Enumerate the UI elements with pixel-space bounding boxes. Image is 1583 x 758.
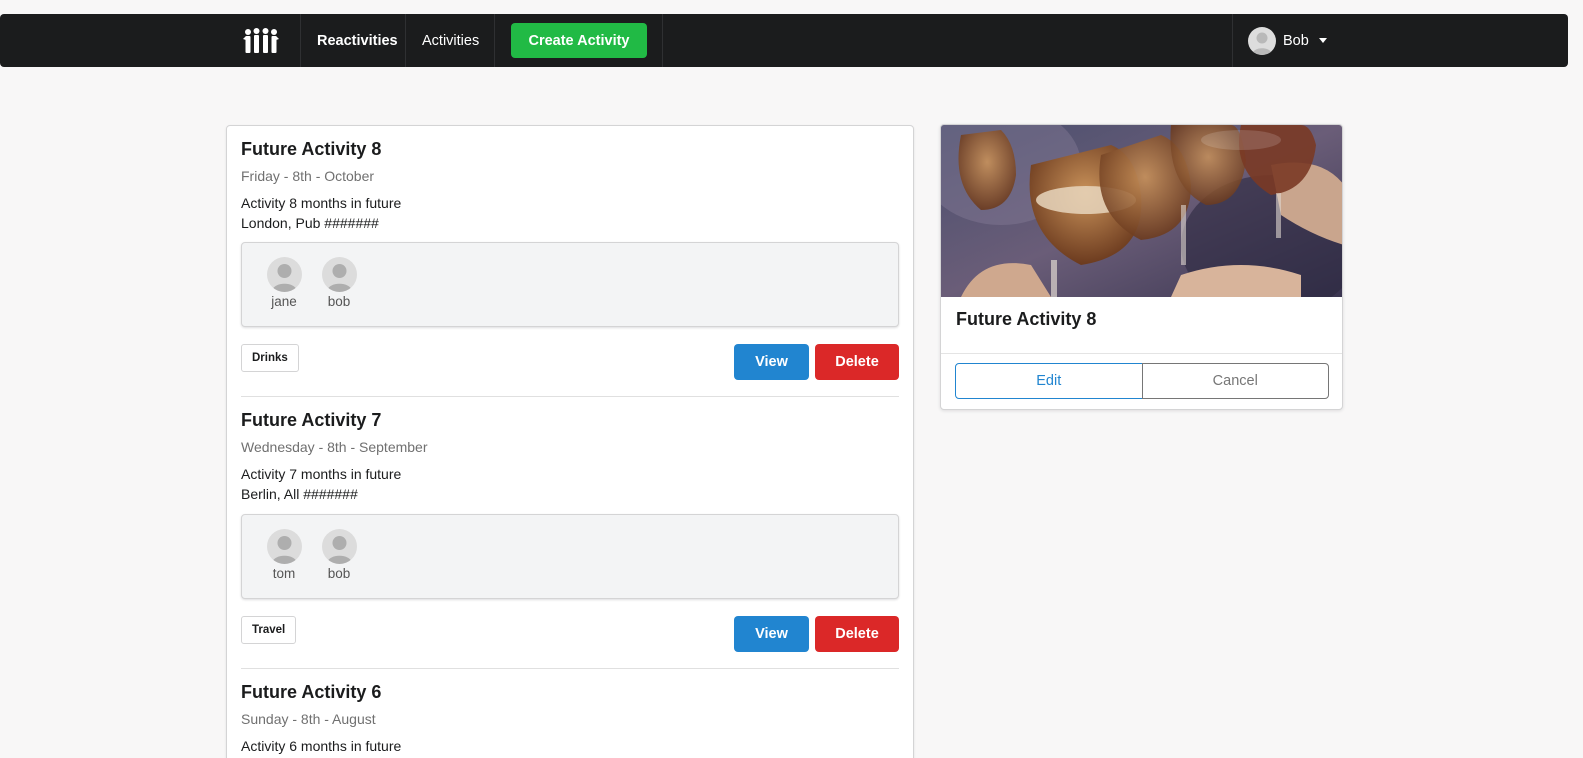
user-avatar xyxy=(1248,26,1276,55)
activity-item: Future Activity 6 Sunday - 8th - August … xyxy=(241,682,899,756)
attendee[interactable]: bob xyxy=(314,257,364,309)
attendee-name: bob xyxy=(327,566,351,581)
chevron-down-icon xyxy=(1318,38,1327,43)
activity-date: Wednesday - 8th - September xyxy=(241,439,428,455)
activity-list: Future Activity 8 Friday - 8th - October… xyxy=(226,125,914,758)
attendee-name: tom xyxy=(272,566,296,581)
divider xyxy=(241,668,899,669)
nav-activities-link[interactable]: Activities xyxy=(422,14,479,67)
people-group-icon[interactable] xyxy=(236,14,286,67)
attendee[interactable]: tom xyxy=(259,529,309,581)
nav-divider xyxy=(662,14,663,67)
cancel-button[interactable]: Cancel xyxy=(1141,363,1329,399)
nav-divider xyxy=(300,14,301,67)
nav-divider xyxy=(1232,14,1233,67)
activity-location: Berlin, All ####### xyxy=(241,486,358,502)
detail-title: Future Activity 8 xyxy=(956,309,1097,329)
attendee[interactable]: bob xyxy=(314,529,364,581)
activity-description: Activity 6 months in future xyxy=(241,738,402,754)
activity-item: Future Activity 8 Friday - 8th - October… xyxy=(241,139,899,233)
attendee-list: jane bob xyxy=(241,242,899,327)
attendee-name: jane xyxy=(271,294,297,309)
activity-description: Activity 8 months in future xyxy=(241,195,402,211)
activity-description: Activity 7 months in future xyxy=(241,466,402,482)
activity-date: Sunday - 8th - August xyxy=(241,711,376,727)
activity-location: London, Pub ####### xyxy=(241,215,379,231)
attendee-name: bob xyxy=(327,294,351,309)
nav-divider xyxy=(405,14,406,67)
delete-button[interactable]: Delete xyxy=(815,344,899,380)
avatar xyxy=(266,257,302,292)
activity-date: Friday - 8th - October xyxy=(241,168,375,184)
avatar xyxy=(266,529,302,564)
view-button[interactable]: View xyxy=(734,616,809,652)
attendee-list: tom bob xyxy=(241,514,899,599)
category-tag: Drinks xyxy=(241,344,299,372)
attendee[interactable]: jane xyxy=(259,257,309,309)
view-button[interactable]: View xyxy=(734,344,809,380)
avatar xyxy=(321,529,357,564)
activity-title[interactable]: Future Activity 7 xyxy=(241,410,899,431)
nav-brand-link[interactable]: Reactivities xyxy=(317,14,398,67)
user-menu[interactable]: Bob xyxy=(1248,14,1327,67)
create-activity-button[interactable]: Create Activity xyxy=(511,23,647,58)
nav-divider xyxy=(494,14,495,67)
divider xyxy=(941,353,1342,354)
category-tag: Travel xyxy=(241,616,297,644)
activity-title[interactable]: Future Activity 8 xyxy=(241,139,899,160)
user-name: Bob xyxy=(1283,32,1309,49)
activity-item: Future Activity 7 Wednesday - 8th - Sept… xyxy=(241,410,899,504)
avatar xyxy=(321,257,357,292)
edit-button[interactable]: Edit xyxy=(955,363,1143,399)
divider xyxy=(241,396,899,397)
activity-detail-card: Future Activity 8 Edit Cancel xyxy=(940,124,1343,410)
top-navbar: Reactivities Activities Create Activity … xyxy=(0,14,1568,67)
delete-button[interactable]: Delete xyxy=(815,616,899,652)
activity-title[interactable]: Future Activity 6 xyxy=(241,682,899,703)
detail-actions: Edit Cancel xyxy=(955,363,1329,399)
drinks-toast-photo xyxy=(941,125,1342,297)
